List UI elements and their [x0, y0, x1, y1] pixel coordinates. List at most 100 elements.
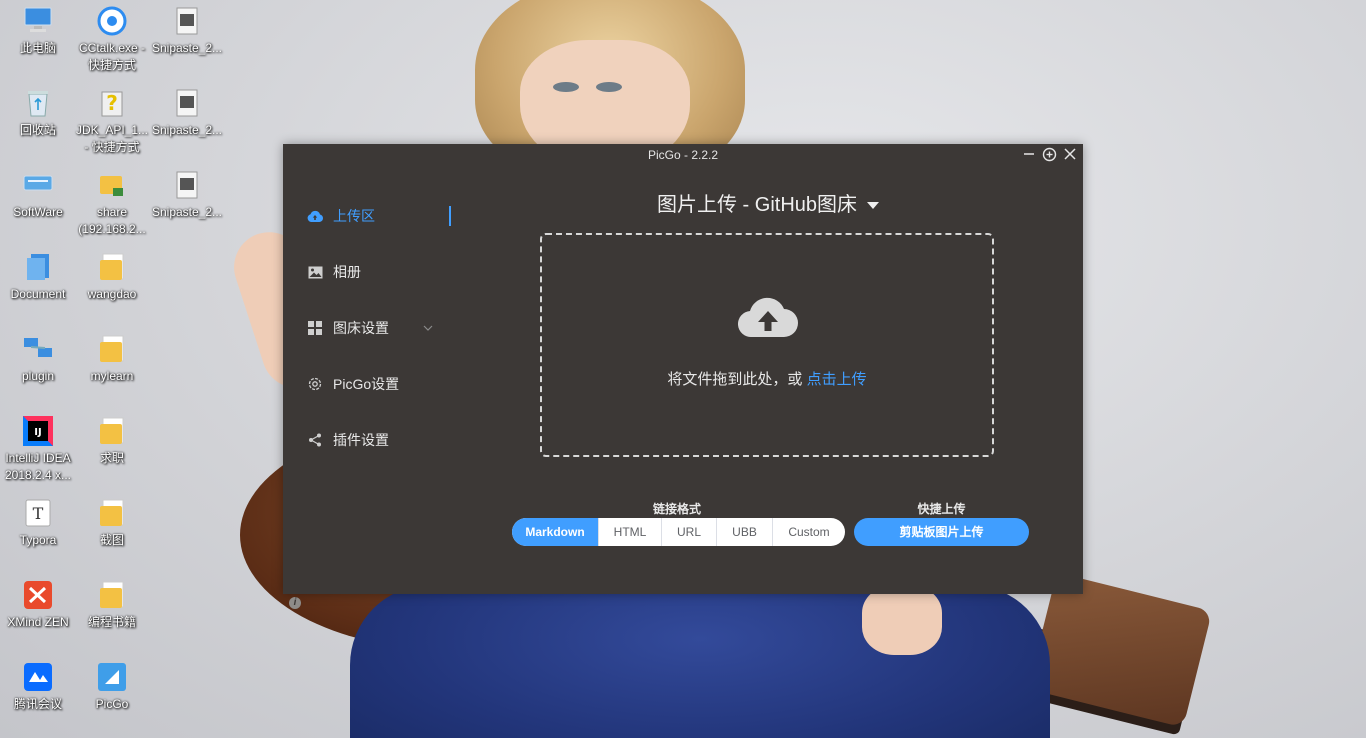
desktop-icon-label: SoftWare — [13, 205, 63, 219]
desktop-icon-label: PicGo — [95, 697, 129, 711]
svg-text:?: ? — [106, 91, 118, 115]
drop-hint: 将文件拖到此处，或 点击上传 — [542, 368, 992, 389]
desktop-icon[interactable]: CCtalk.exe - 快捷方式 — [74, 6, 150, 74]
minimize-icon[interactable] — [1021, 147, 1037, 163]
desktop-icon-label: 编程书籍 — [87, 615, 136, 629]
desktop-icon[interactable]: 求职 — [74, 416, 150, 467]
desktop-icon[interactable]: IJ IntelliJ IDEA 2018.2.4 x... — [0, 416, 76, 484]
cloud-upload-icon — [306, 207, 324, 225]
wallpaper-eye — [596, 82, 622, 92]
sidebar-item-plugin-settings[interactable]: 插件设置 — [283, 420, 453, 460]
desktop-icon-label: plugin — [21, 369, 55, 383]
close-icon[interactable] — [1062, 147, 1078, 163]
sidebar-item-picgo-settings[interactable]: PicGo设置 — [283, 364, 453, 404]
desktop-icon-label: share (192.168.2... — [78, 205, 146, 236]
typora-icon: T — [22, 498, 54, 530]
image-file-icon — [171, 170, 203, 202]
desktop-icon[interactable]: Snipaste_2... — [149, 170, 225, 221]
recycle-bin-icon — [22, 88, 54, 120]
desktop-icon-label: Snipaste_2... — [151, 41, 223, 55]
desktop-icon[interactable]: 腾讯会议 — [0, 662, 76, 713]
wallpaper-hand — [862, 585, 942, 655]
desktop-icon-label: 腾讯会议 — [13, 697, 62, 711]
desktop-icon[interactable]: Snipaste_2... — [149, 88, 225, 139]
info-icon[interactable]: i — [289, 597, 301, 609]
desktop-icon-label: Snipaste_2... — [151, 205, 223, 219]
maximize-icon[interactable] — [1041, 147, 1057, 163]
desktop-icon-label: 截图 — [99, 533, 124, 547]
help-file-icon: ? — [96, 88, 128, 120]
clipboard-upload-button[interactable]: 剪贴板图片上传 — [854, 518, 1029, 546]
desktop-icon-label: 此电脑 — [19, 41, 56, 55]
desktop-icon[interactable]: 回收站 — [0, 88, 76, 139]
format-markdown[interactable]: Markdown — [512, 518, 599, 546]
desktop-icon[interactable]: share (192.168.2... — [74, 170, 150, 238]
link-format-label: 链接格式 — [652, 502, 701, 516]
wallpaper-eye — [553, 82, 579, 92]
cctalk-icon — [96, 6, 128, 38]
format-html[interactable]: HTML — [599, 518, 662, 546]
drive-icon — [22, 170, 54, 202]
sidebar-item-label: 上传区 — [333, 208, 375, 224]
drop-hint-text: 将文件拖到此处，或 — [667, 371, 803, 388]
wallpaper-jeans — [350, 585, 1050, 738]
desktop-icon[interactable]: ? JDK_API_1... - 快捷方式 — [74, 88, 150, 156]
desktop-icon[interactable]: mylearn — [74, 334, 150, 385]
svg-text:T: T — [33, 504, 44, 523]
desktop-icon[interactable]: XMind ZEN — [0, 580, 76, 631]
sidebar-item-label: PicGo设置 — [333, 376, 400, 392]
page-title[interactable]: 图片上传 - GitHub图床 — [453, 188, 1083, 217]
picture-icon — [306, 263, 324, 281]
sidebar-item-bed-settings[interactable]: 图床设置 — [283, 308, 453, 348]
sidebar-item-label: 相册 — [333, 264, 361, 280]
desktop-icon[interactable]: 编程书籍 — [74, 580, 150, 631]
gear-icon — [306, 375, 324, 393]
grid-icon — [306, 319, 324, 337]
chevron-down-icon[interactable] — [423, 323, 433, 334]
desktop-icon[interactable]: 此电脑 — [0, 6, 76, 57]
image-file-icon — [171, 88, 203, 120]
desktop-icon-label: Snipaste_2... — [151, 123, 223, 137]
sidebar-item-label: 插件设置 — [333, 432, 389, 448]
intellij-icon: IJ — [22, 416, 54, 448]
cloud-upload-icon — [737, 293, 798, 341]
desktop-icon-label: CCtalk.exe - 快捷方式 — [78, 41, 146, 72]
sidebar-item-label: 图床设置 — [333, 320, 389, 336]
desktop-icon[interactable]: T Typora — [0, 498, 76, 549]
desktop-icon[interactable]: Document — [0, 252, 76, 303]
folder-icon — [96, 416, 128, 448]
caret-down-icon[interactable] — [867, 202, 880, 210]
desktop-icon-label: mylearn — [90, 369, 134, 383]
title-bar[interactable]: PicGo - 2.2.2 — [283, 144, 1083, 166]
upload-dropzone[interactable]: 将文件拖到此处，或 点击上传 — [540, 233, 994, 457]
desktop-icon[interactable]: plugin — [0, 334, 76, 385]
format-url[interactable]: URL — [662, 518, 717, 546]
desktop-icon[interactable]: SoftWare — [0, 170, 76, 221]
desktop-icon-label: 求职 — [99, 451, 124, 465]
click-upload-link[interactable]: 点击上传 — [807, 371, 867, 388]
page-title-text: 图片上传 - GitHub图床 — [656, 194, 858, 216]
tencent-meeting-icon — [22, 662, 54, 694]
format-custom[interactable]: Custom — [773, 518, 845, 546]
image-file-icon — [171, 6, 203, 38]
format-ubb[interactable]: UBB — [717, 518, 773, 546]
sidebar-item-upload[interactable]: 上传区 — [283, 196, 453, 236]
window-title: PicGo - 2.2.2 — [647, 148, 719, 162]
desktop-icon[interactable]: wangdao — [74, 252, 150, 303]
folder-shortcut-icon — [22, 252, 54, 284]
desktop-icon-label: XMind ZEN — [7, 615, 69, 629]
desktop-icon[interactable]: 截图 — [74, 498, 150, 549]
desktop-icon[interactable]: PicGo — [74, 662, 150, 713]
quick-upload-label: 快捷上传 — [917, 502, 966, 516]
folder-icon — [96, 498, 128, 530]
desktop-icon[interactable]: Snipaste_2... — [149, 6, 225, 57]
desktop-icon-label: JDK_API_1... - 快捷方式 — [75, 123, 149, 154]
folder-icon — [96, 252, 128, 284]
desktop-icon-label: IntelliJ IDEA 2018.2.4 x... — [4, 451, 72, 482]
desktop-icon-label: Document — [10, 287, 66, 301]
desktop-icon-label: Typora — [19, 533, 57, 547]
computer-icon — [22, 6, 54, 38]
svg-text:IJ: IJ — [34, 427, 41, 438]
sidebar-item-gallery[interactable]: 相册 — [283, 252, 453, 292]
desktop-icon-label: wangdao — [87, 287, 137, 301]
